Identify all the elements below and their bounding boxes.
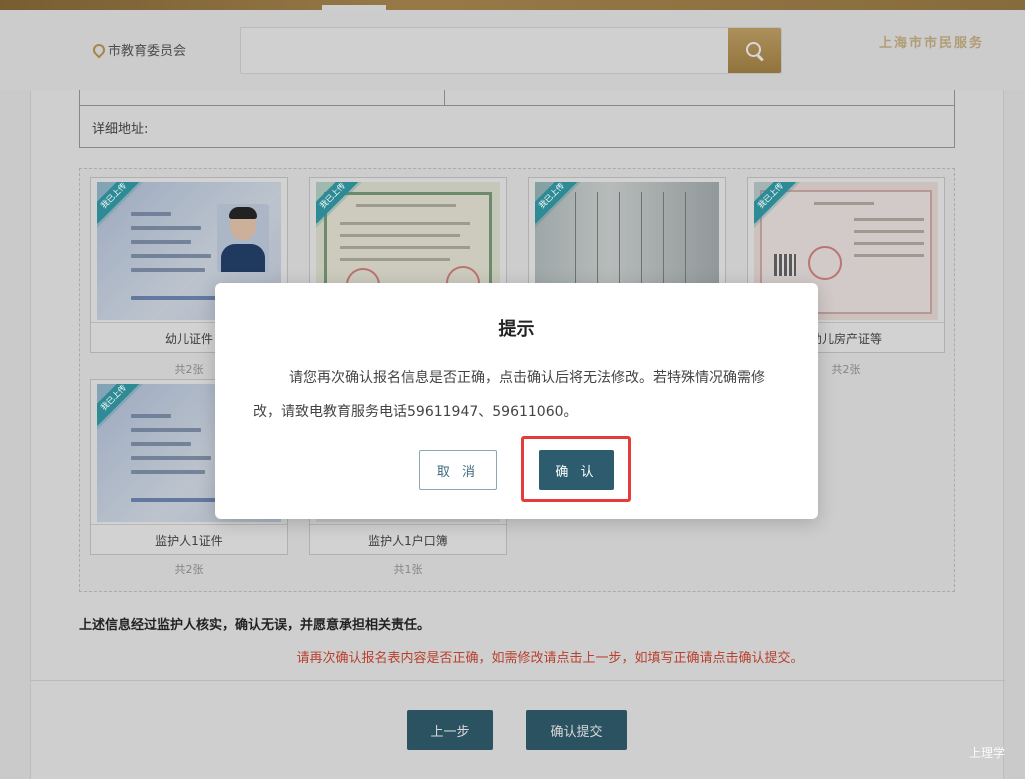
dialog-title: 提示 xyxy=(498,319,535,340)
confirm-button[interactable]: 确 认 xyxy=(539,450,614,490)
watermark: 上理学 xyxy=(968,746,1005,760)
dialog-message: 请您再次确认报名信息是否正确，点击确认后将无法修改。若特殊情况确需修改，请致电教… xyxy=(253,370,765,420)
confirm-dialog: 提示 请您再次确认报名信息是否正确，点击确认后将无法修改。若特殊情况确需修改，请… xyxy=(215,283,818,519)
cancel-button[interactable]: 取 消 xyxy=(419,450,497,490)
